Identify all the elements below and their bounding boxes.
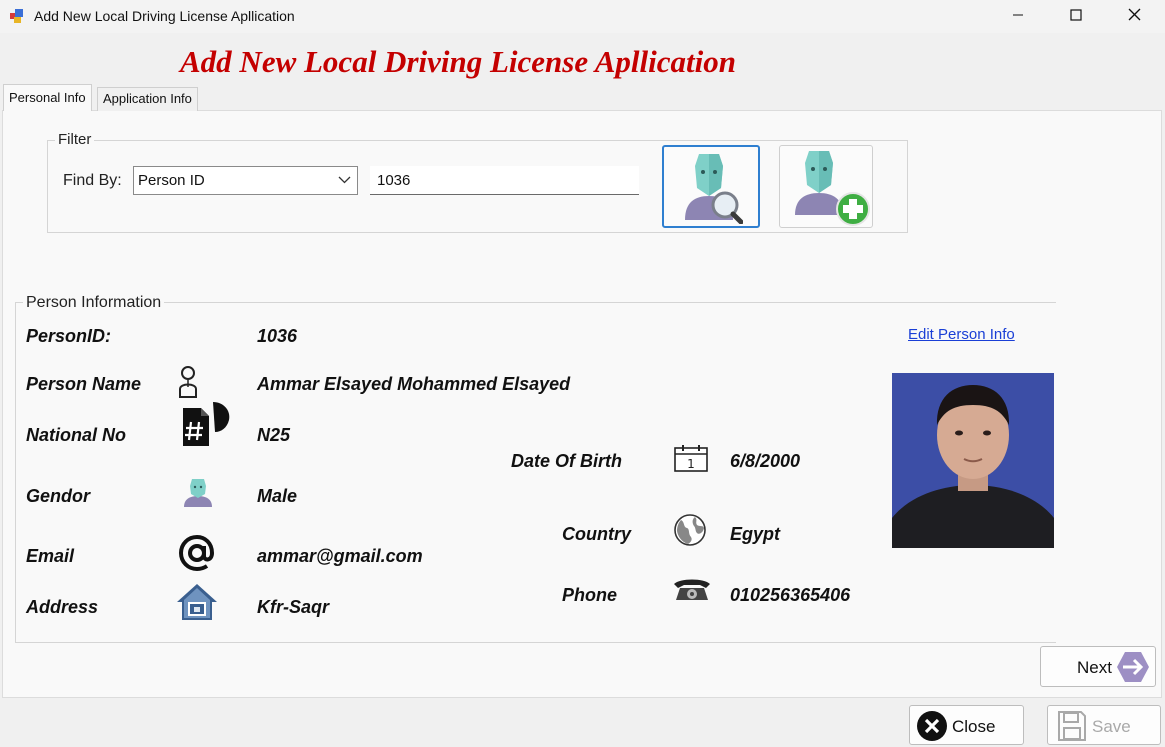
person-icon [177,365,199,404]
at-sign-icon [178,534,216,577]
save-button[interactable]: Save [1047,705,1161,745]
person-id-value: 1036 [257,326,298,346]
email-label: Email [26,546,75,566]
country-label: Country [562,524,631,544]
phone-label: Phone [562,585,618,605]
find-by-label: Find By: [63,172,122,189]
country-value: Egypt [730,524,781,544]
chevron-down-icon [338,173,351,190]
email-value: ammar@gmail.com [257,546,423,566]
person-info-legend: Person Information [23,294,165,312]
close-circle-icon [916,710,948,747]
person-name-label: Person Name [26,374,142,394]
address-value: Kfr-Saqr [257,597,330,617]
find-by-value: Person ID [138,172,205,189]
close-window-button[interactable] [1105,0,1163,33]
search-person-button[interactable] [662,145,760,228]
national-no-value: N25 [257,425,291,445]
window-title: Add New Local Driving License Apllicatio… [34,8,295,24]
dob-value: 6/8/2000 [730,451,801,471]
arrow-right-icon [1115,650,1151,689]
find-by-select[interactable]: Person ID [133,166,358,195]
person-id-label: PersonID: [26,326,112,346]
save-label: Save [1092,717,1131,736]
dob-label: Date Of Birth [511,451,623,471]
maximize-button[interactable] [1047,0,1105,33]
person-photo [892,373,1054,548]
filter-legend: Filter [55,131,95,148]
person-add-icon [793,149,871,232]
globe-icon [673,513,707,552]
calendar-icon: 1 [673,443,709,478]
edit-person-info-link[interactable]: Edit Person Info [908,326,1015,343]
national-no-label: National No [26,425,127,445]
form-heading: Add New Local Driving License Apllicatio… [180,44,736,79]
add-person-button[interactable] [779,145,873,228]
search-input[interactable] [370,166,639,195]
gender-label: Gendor [26,486,91,506]
person-name-value: Ammar Elsayed Mohammed Elsayed [257,374,571,394]
maximize-icon [1070,8,1082,26]
home-icon [176,582,218,627]
telephone-icon [672,576,712,609]
gender-male-icon [182,477,214,512]
address-label: Address [26,597,99,617]
gender-value: Male [257,486,298,506]
form-icon [9,8,25,24]
phone-value: 010256365406 [730,585,851,605]
minimize-button[interactable] [989,0,1047,33]
close-button[interactable]: Close [909,705,1024,745]
tab-personal-info[interactable]: Personal Info [3,84,92,111]
svg-text:1: 1 [687,457,695,471]
save-disk-icon [1057,710,1087,747]
tab-application-info[interactable]: Application Info [97,87,198,111]
next-label: Next [1077,658,1112,677]
close-label: Close [952,717,996,736]
national-id-icon [181,400,231,453]
minimize-icon [1012,8,1024,26]
close-icon [1128,8,1141,26]
person-search-icon [681,150,744,229]
next-button[interactable]: Next [1040,646,1156,687]
